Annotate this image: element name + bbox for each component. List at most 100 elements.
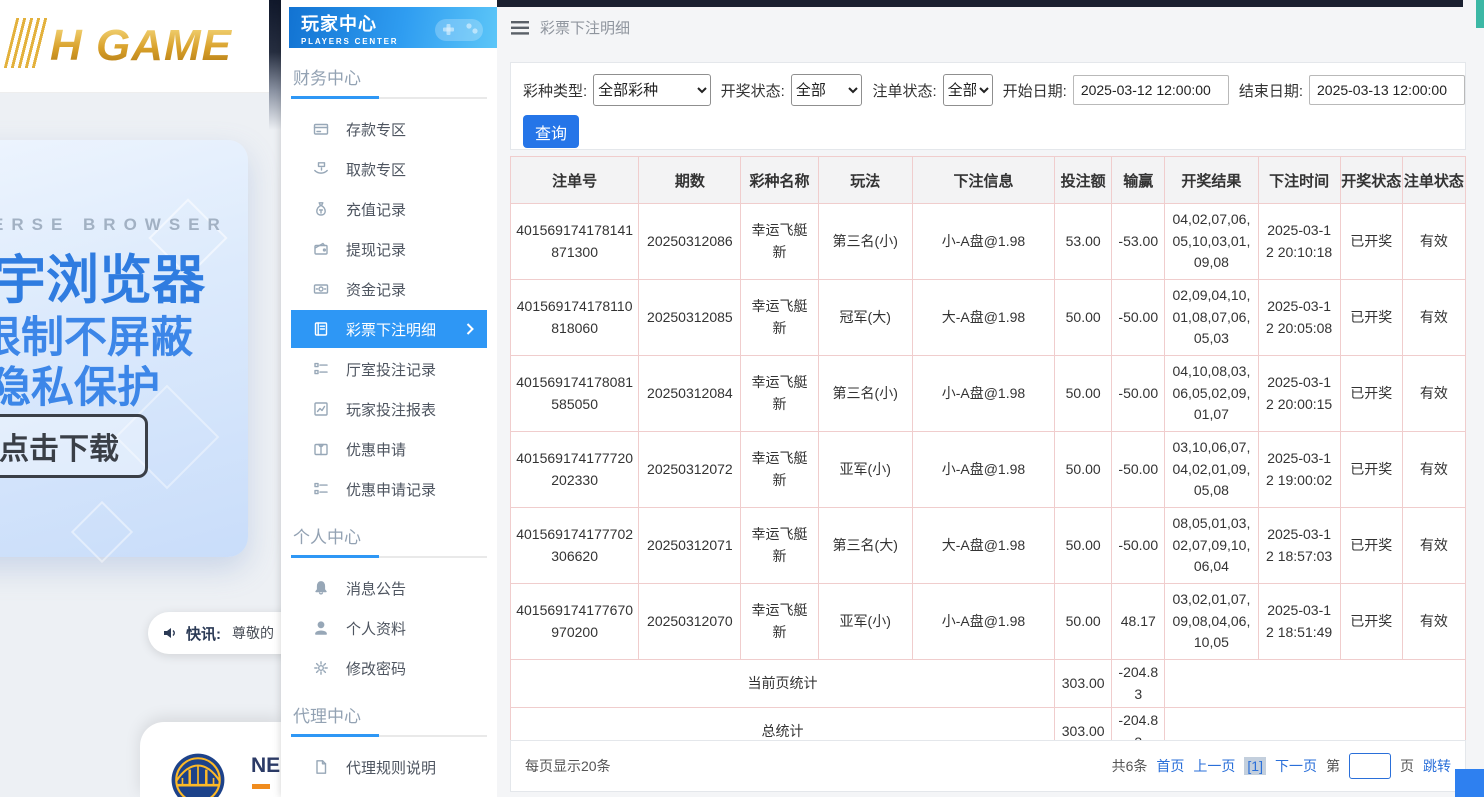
table-cell: 已开奖 <box>1340 356 1402 432</box>
sidebar-item-promo-apply[interactable]: 优惠申请 <box>291 429 487 469</box>
column-header: 投注额 <box>1055 157 1112 204</box>
order-status-select[interactable]: 全部 <box>943 74 993 106</box>
table-cell: 04,02,07,06,05,10,03,01,09,08 <box>1165 204 1258 280</box>
lottery-type-label: 彩种类型: <box>523 80 587 101</box>
bottom-card: NE <box>140 722 281 797</box>
sidebar-item-hall-bet-records[interactable]: 厅室投注记录 <box>291 349 487 389</box>
summary-bet-total: 303.00 <box>1055 660 1112 708</box>
sidebar-item-label: 取款专区 <box>346 159 406 180</box>
table-cell: 已开奖 <box>1340 508 1402 584</box>
sidebar-item-label: 修改密码 <box>346 658 406 679</box>
table-cell: 有效 <box>1402 584 1465 660</box>
sidebar-item-promo-apply-records[interactable]: 优惠申请记录 <box>291 469 487 509</box>
table-cell: 20250312072 <box>639 432 741 508</box>
table-cell: 53.00 <box>1055 204 1112 280</box>
column-header: 输赢 <box>1112 157 1165 204</box>
table-cell: 有效 <box>1402 280 1465 356</box>
lottery-type-select[interactable]: 全部彩种 <box>593 74 710 106</box>
ticker-label: 快讯: <box>186 623 221 644</box>
sidebar-item-agent-team-stats[interactable]: 代理团队统计 <box>291 787 487 797</box>
sidebar-item-deposit-zone[interactable]: 存款专区 <box>291 109 487 149</box>
start-date-label: 开始日期: <box>1003 80 1067 101</box>
chevron-right-icon <box>466 323 474 335</box>
card-accent-bar <box>252 784 270 789</box>
page-size-text: 每页显示20条 <box>525 756 611 776</box>
table-footer: 每页显示20条 共6条 首页 上一页 [1] 下一页 第 页 跳转 <box>510 740 1466 792</box>
sidebar: 玩家中心 PLAYERS CENTER 财务中心存款专区取款专区充值记录提现记录… <box>281 0 497 797</box>
table-cell: -53.00 <box>1112 204 1165 280</box>
floating-widget-top[interactable] <box>1476 0 1484 28</box>
sidebar-item-player-bet-report[interactable]: 玩家投注报表 <box>291 389 487 429</box>
prev-page-link[interactable]: 上一页 <box>1193 756 1235 776</box>
sidebar-item-label: 优惠申请 <box>346 439 406 460</box>
sidebar-item-lottery-bet-details[interactable]: 彩票下注明细 <box>291 310 487 348</box>
search-button[interactable]: 查询 <box>523 115 579 148</box>
table-cell: 已开奖 <box>1340 432 1402 508</box>
page-summary-row: 当前页统计303.00-204.83 <box>511 660 1466 708</box>
news-ticker[interactable]: 快讯: 尊敬的 <box>148 612 295 654</box>
next-page-link[interactable]: 下一页 <box>1275 756 1317 776</box>
banner-decoration <box>71 501 133 563</box>
sidebar-section-title: 个人中心 <box>293 523 485 548</box>
table-cell: 50.00 <box>1055 508 1112 584</box>
floating-widget-bottom[interactable] <box>1455 769 1484 797</box>
sidebar-item-announcements[interactable]: 消息公告 <box>291 568 487 608</box>
table-cell: 50.00 <box>1055 356 1112 432</box>
user-icon <box>313 620 329 636</box>
end-date-label: 结束日期: <box>1239 80 1303 101</box>
table-cell: 小-A盘@1.98 <box>912 204 1054 280</box>
draw-status-select[interactable]: 全部 <box>791 74 863 106</box>
table-row: 40156917417770230662020250312071幸运飞艇新第三名… <box>511 508 1466 584</box>
sidebar-item-label: 个人资料 <box>346 618 406 639</box>
gamepad-icon <box>431 11 487 48</box>
list-icon <box>313 481 329 497</box>
filter-row: 彩种类型: 全部彩种 开奖状态: 全部 注单状态: 全部 开始日期: 结束日期: <box>511 63 1465 106</box>
download-button[interactable]: 点击下载 <box>0 414 148 478</box>
table-row: 40156917417772020233020250312072幸运飞艇新亚军(… <box>511 432 1466 508</box>
sidebar-item-label: 厅室投注记录 <box>346 359 436 380</box>
table-row: 40156917417811081806020250312085幸运飞艇新冠军(… <box>511 280 1466 356</box>
site-header: H GAME <box>0 0 281 93</box>
sidebar-item-label: 提现记录 <box>346 239 406 260</box>
team-logo-icon <box>169 751 227 797</box>
table-cell: -50.00 <box>1112 508 1165 584</box>
table-cell: -50.00 <box>1112 280 1165 356</box>
site-logo[interactable]: H GAME <box>10 18 232 68</box>
table-cell: 02,09,04,10,01,08,07,06,05,03 <box>1165 280 1258 356</box>
sidebar-item-profile[interactable]: 个人资料 <box>291 608 487 648</box>
team-text: NE <box>251 754 280 778</box>
bets-table: 注单号期数彩种名称玩法下注信息投注额输赢开奖结果下注时间开奖状态注单状态4015… <box>510 156 1466 757</box>
sidebar-item-label: 玩家投注报表 <box>346 399 436 420</box>
sidebar-item-label: 彩票下注明细 <box>346 319 436 340</box>
table-cell: 50.00 <box>1055 432 1112 508</box>
table-cell: 2025-03-12 20:05:08 <box>1258 280 1340 356</box>
table-cell: 已开奖 <box>1340 280 1402 356</box>
jump-button[interactable]: 跳转 <box>1423 756 1451 776</box>
sidebar-item-funds-records[interactable]: 资金记录 <box>291 269 487 309</box>
end-date-input[interactable] <box>1309 75 1465 105</box>
sidebar-item-withdraw-records[interactable]: 提现记录 <box>291 229 487 269</box>
sidebar-item-recharge-records[interactable]: 充值记录 <box>291 189 487 229</box>
page-title: 彩票下注明细 <box>540 17 630 38</box>
page-jump-input[interactable] <box>1349 753 1391 779</box>
first-page-link[interactable]: 首页 <box>1156 756 1184 776</box>
draw-status-label: 开奖状态: <box>721 80 785 101</box>
pagination: 共6条 首页 上一页 [1] 下一页 第 页 跳转 <box>1112 753 1451 779</box>
table-cell: 20250312071 <box>639 508 741 584</box>
column-header: 下注时间 <box>1258 157 1340 204</box>
table-cell: 401569174177720202330 <box>511 432 639 508</box>
summary-empty-cell <box>1165 660 1466 708</box>
column-header: 期数 <box>639 157 741 204</box>
table-cell: 小-A盘@1.98 <box>912 584 1054 660</box>
logo-h-bars-icon <box>4 18 50 68</box>
section-divider <box>291 97 487 99</box>
table-cell: 20250312086 <box>639 204 741 280</box>
sidebar-item-change-password[interactable]: 修改密码 <box>291 648 487 688</box>
menu-toggle-icon[interactable] <box>511 21 529 35</box>
jump-prefix: 第 <box>1326 756 1340 776</box>
top-bar <box>497 0 1463 7</box>
start-date-input[interactable] <box>1073 75 1229 105</box>
sidebar-item-agent-rules[interactable]: 代理规则说明 <box>291 747 487 787</box>
sidebar-item-label: 优惠申请记录 <box>346 479 436 500</box>
sidebar-item-withdraw-zone[interactable]: 取款专区 <box>291 149 487 189</box>
